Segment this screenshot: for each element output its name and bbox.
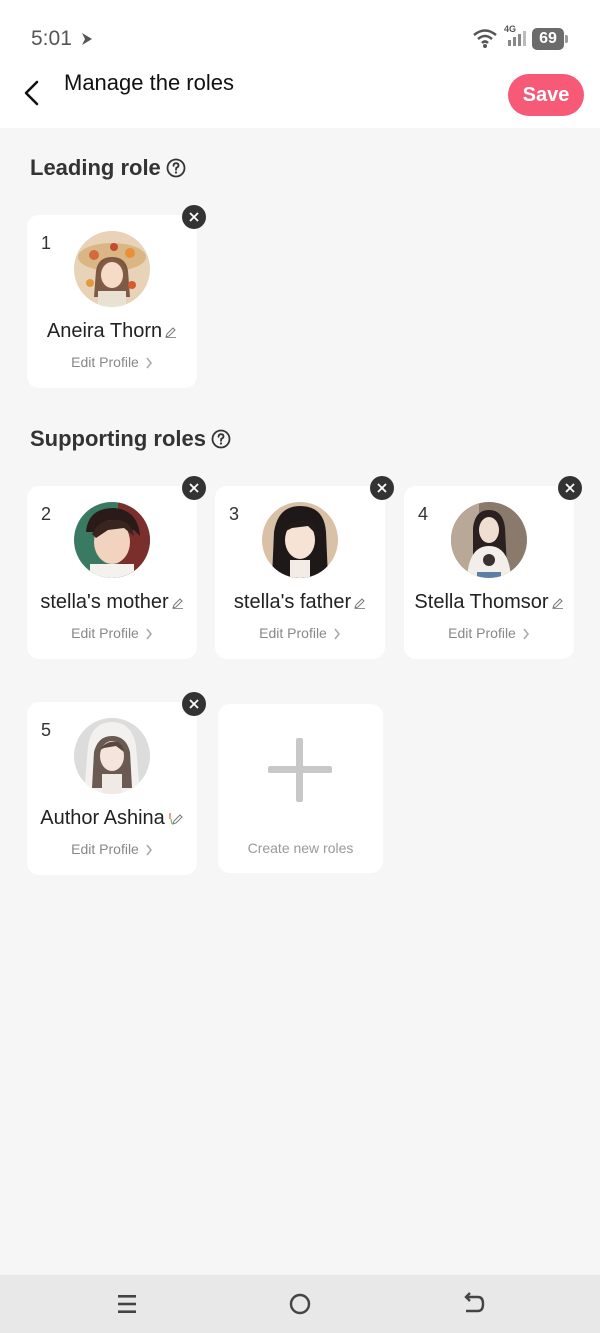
avatar	[74, 718, 150, 794]
chevron-right-icon	[523, 628, 529, 640]
remove-role-button[interactable]	[182, 476, 206, 500]
edit-name-icon[interactable]	[354, 597, 366, 609]
role-card[interactable]: 5 Author Ashina Edit Profile	[27, 702, 197, 875]
role-name: stella's mother	[40, 591, 169, 613]
close-icon	[565, 483, 575, 493]
battery-level: 69	[539, 30, 557, 47]
close-icon	[189, 212, 199, 222]
page-title: Manage the roles	[64, 70, 234, 95]
help-icon[interactable]	[211, 429, 231, 449]
home-icon[interactable]	[287, 1291, 313, 1317]
back-arrow-icon[interactable]	[20, 80, 46, 106]
edit-profile-label: Edit Profile	[71, 625, 139, 641]
role-card[interactable]: 1 Aneira Thorn Edit Profile	[27, 215, 197, 388]
edit-profile-label: Edit Profile	[259, 625, 327, 641]
chevron-right-icon	[334, 628, 340, 640]
menu-icon[interactable]	[114, 1291, 140, 1317]
edit-name-icon[interactable]	[551, 597, 564, 609]
role-number: 5	[41, 720, 52, 740]
signal-icon	[508, 31, 526, 46]
location-arrow-icon	[82, 33, 92, 45]
remove-role-button[interactable]	[370, 476, 394, 500]
role-name-row: Aneira Thorn	[27, 320, 197, 343]
edit-name-icon[interactable]	[168, 812, 184, 825]
role-card[interactable]: 4 Stella Thomsor Edit Profile	[404, 486, 574, 659]
chevron-right-icon	[146, 357, 152, 369]
close-icon	[189, 699, 199, 709]
system-nav-bar	[0, 1275, 600, 1333]
battery-indicator: 69	[532, 28, 568, 50]
status-bar: 5:01 4G 69	[0, 0, 600, 70]
role-name-row: Stella Thomsor	[404, 591, 574, 614]
create-new-role-button[interactable]: Create new roles	[218, 704, 383, 873]
help-icon[interactable]	[166, 158, 186, 178]
role-number: 3	[229, 504, 240, 524]
role-name-row: stella's father	[215, 591, 385, 614]
create-new-role-label: Create new roles	[247, 840, 354, 856]
chevron-right-icon	[146, 628, 152, 640]
remove-role-button[interactable]	[182, 692, 206, 716]
role-name: Author Ashina	[40, 807, 165, 829]
edit-profile-label: Edit Profile	[71, 354, 139, 370]
plus-icon	[268, 738, 332, 802]
avatar	[74, 502, 150, 578]
edit-name-icon[interactable]	[165, 326, 177, 338]
edit-profile-label: Edit Profile	[71, 841, 139, 857]
edit-profile-link[interactable]: Edit Profile	[27, 354, 197, 370]
avatar	[451, 502, 527, 578]
role-name-row: stella's mother	[27, 591, 197, 614]
role-name: Aneira Thorn	[46, 320, 163, 342]
role-name: Stella Thomsor	[414, 591, 549, 613]
remove-role-button[interactable]	[182, 205, 206, 229]
leading-role-heading: Leading role	[30, 155, 161, 180]
chevron-right-icon	[146, 844, 152, 856]
role-card[interactable]: 3 stella's father Edit Profile	[215, 486, 385, 659]
edit-profile-label: Edit Profile	[448, 625, 516, 641]
role-number: 1	[41, 233, 52, 253]
edit-profile-link[interactable]: Edit Profile	[27, 625, 197, 641]
remove-role-button[interactable]	[558, 476, 582, 500]
edit-profile-link[interactable]: Edit Profile	[404, 625, 574, 641]
wifi-icon	[473, 29, 497, 48]
role-card[interactable]: 2 stella's mother Edit Profile	[27, 486, 197, 659]
back-icon[interactable]	[460, 1291, 486, 1317]
status-time: 5:01	[31, 27, 72, 50]
avatar	[74, 231, 150, 307]
edit-name-icon[interactable]	[171, 597, 184, 609]
save-button[interactable]: Save	[508, 74, 584, 116]
close-icon	[189, 483, 199, 493]
role-number: 4	[418, 504, 429, 524]
edit-profile-link[interactable]: Edit Profile	[27, 841, 197, 857]
role-name-row: Author Ashina	[27, 807, 197, 830]
avatar	[262, 502, 338, 578]
role-number: 2	[41, 504, 52, 524]
role-name: stella's father	[233, 591, 352, 613]
edit-profile-link[interactable]: Edit Profile	[215, 625, 385, 641]
supporting-roles-heading: Supporting roles	[30, 426, 206, 451]
close-icon	[377, 483, 387, 493]
app-header: Manage the roles Save	[0, 70, 600, 128]
